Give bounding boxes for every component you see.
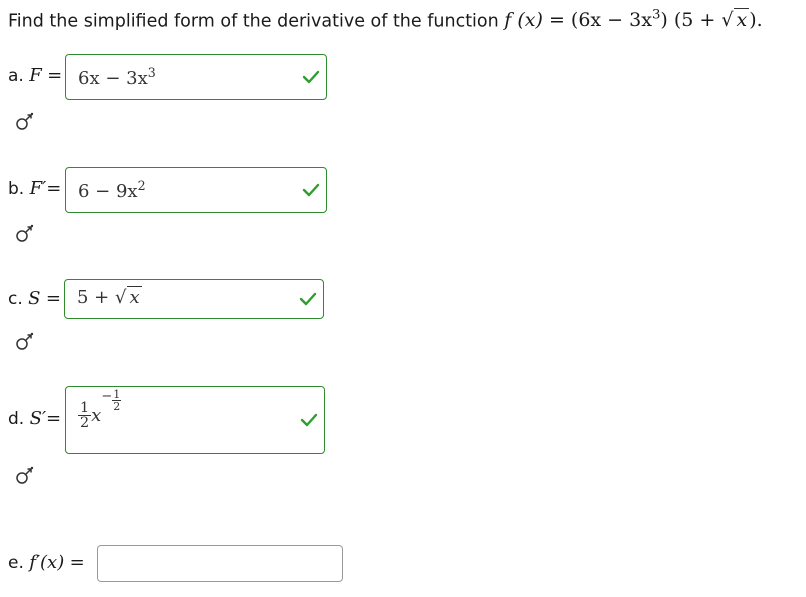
part-d-answer-field[interactable]: 1 2 x− 1 2 [65,386,325,454]
part-a-answer-field[interactable]: 6x − 3x3 [65,54,327,100]
question-text: Find the simplified form of the derivati… [8,4,763,33]
checkmark-icon [302,70,320,84]
part-d-label: d. S′= [8,408,62,429]
part-a-answer-value: 6x − 3x3 [78,65,156,89]
part-b-answer-value: 6 − 9x2 [78,178,146,202]
part-b-label: b. F′= [8,178,62,199]
question-function: f (x) = (6x − 3x3) (5 + √ x). [504,8,763,32]
part-b-answer-field[interactable]: 6 − 9x2 [65,167,327,213]
question-prompt: Find the simplified form of the derivati… [8,11,499,32]
part-c-label: c. S = [8,288,62,309]
checkmark-icon [299,292,317,306]
checkmark-icon [302,183,320,197]
part-e-answer-field[interactable] [97,545,343,582]
checkmark-icon [300,413,318,427]
equation-editor-icon[interactable] [13,463,39,489]
equation-editor-icon[interactable] [13,221,39,247]
part-c-answer-value: 5 + √ x [77,286,142,308]
part-d-answer-value: 1 2 x− 1 2 [78,388,122,432]
part-c-answer-field[interactable]: 5 + √ x [64,279,324,319]
equation-editor-icon[interactable] [13,329,39,355]
part-e-label: e. f′(x) = [8,552,85,573]
part-a-label: a. F = [8,65,63,86]
equation-editor-icon[interactable] [13,109,39,135]
